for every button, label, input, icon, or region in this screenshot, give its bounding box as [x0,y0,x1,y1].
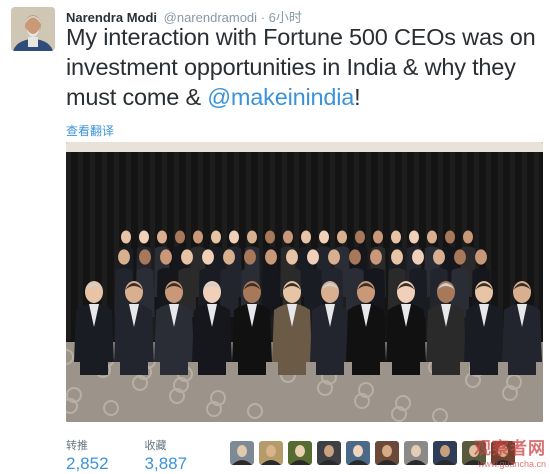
liker-avatars [230,441,515,465]
tweet-photo[interactable] [66,142,543,422]
liker-avatar[interactable] [259,441,283,465]
liker-avatar[interactable] [230,441,254,465]
tweet-text-end: ! [354,84,361,110]
liker-avatar[interactable] [433,441,457,465]
author-avatar[interactable] [11,7,55,51]
retweets-count[interactable]: 2,852 [66,454,109,474]
liker-avatar[interactable] [346,441,370,465]
retweets-label: 转推 [66,440,88,452]
watermark-logo: 观察者网 www.guancha.cn [474,434,546,469]
mention-link[interactable]: @makeinindia [207,84,354,110]
likes-label: 收藏 [144,440,167,452]
likes-stat[interactable]: 收藏 3,887 [145,437,188,474]
watermark-url: www.guancha.cn [477,459,546,469]
watermark-main-text: 观察者网 [474,439,546,458]
liker-avatar[interactable] [404,441,428,465]
translate-link[interactable]: 查看翻译 [66,122,114,139]
tweet-text: My interaction with Fortune 500 CEOs was… [66,22,546,112]
liker-avatar[interactable] [288,441,312,465]
retweets-stat[interactable]: 转推 2,852 [66,437,109,474]
likes-count[interactable]: 3,887 [145,454,188,474]
tweet-stats: 转推 2,852 收藏 3,887 [66,437,187,474]
liker-avatar[interactable] [375,441,399,465]
liker-avatar[interactable] [317,441,341,465]
